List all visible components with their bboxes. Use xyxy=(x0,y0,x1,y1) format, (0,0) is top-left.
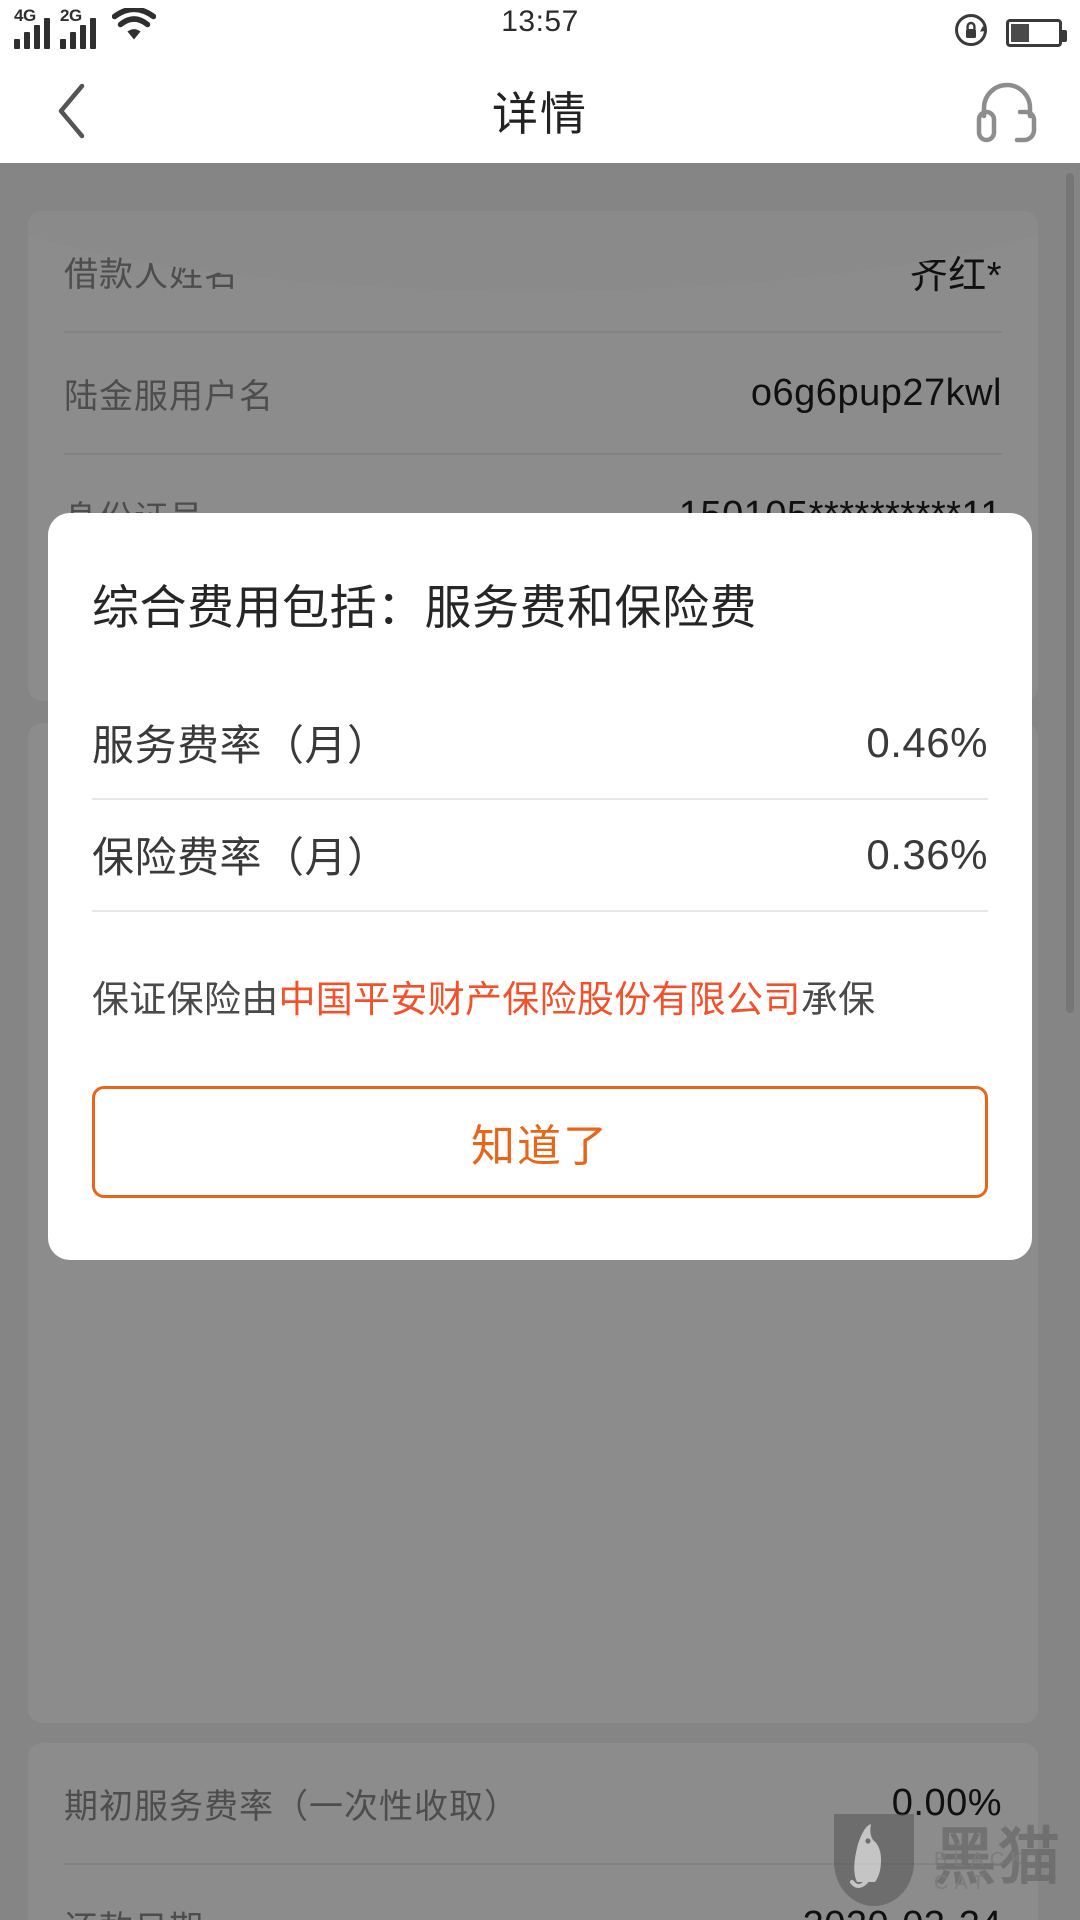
battery-icon xyxy=(1006,18,1067,47)
note-suffix: 承保 xyxy=(800,978,876,1020)
customer-service-button[interactable] xyxy=(968,72,1046,150)
fee-rate-list: 服务费率（月） 0.46% 保险费率（月） 0.36% xyxy=(92,688,988,912)
fee-explanation-dialog: 综合费用包括：服务费和保险费 服务费率（月） 0.46% 保险费率（月） 0.3… xyxy=(48,513,1032,1260)
list-item: 服务费率（月） 0.46% xyxy=(92,688,988,800)
fee-value: 0.36% xyxy=(866,830,988,878)
status-bar: 4G 2G 13:57 xyxy=(0,0,1080,58)
fee-value: 0.46% xyxy=(866,718,988,766)
fee-label: 服务费率（月） xyxy=(92,722,390,770)
insurance-company-name: 中国平安财产保险股份有限公司 xyxy=(278,978,801,1020)
list-item: 保险费率（月） 0.36% xyxy=(92,800,988,912)
confirm-button[interactable]: 知道了 xyxy=(92,1085,988,1198)
black-cat-logo-icon xyxy=(833,1814,914,1906)
fee-label: 保险费率（月） xyxy=(92,834,390,882)
note-prefix: 保证保险由 xyxy=(92,978,279,1020)
status-bar-right xyxy=(952,10,1067,55)
headset-icon xyxy=(976,82,1037,142)
dialog-title: 综合费用包括：服务费和保险费 xyxy=(92,581,757,634)
rotation-lock-icon xyxy=(952,10,992,55)
phone-screen: 4G 2G 13:57 详情 借款人姓名 齐红* 陆金服用户名 o6g6pup2… xyxy=(0,0,1080,1920)
insurance-underwriter-note: 保证保险由中国平安财产保险股份有限公司承保 xyxy=(92,974,988,1026)
watermark-subtext: BLACK CAT xyxy=(933,1849,1030,1894)
watermark: 黑猫 BLACK CAT xyxy=(828,1808,1062,1908)
status-bar-clock: 13:57 xyxy=(501,5,579,38)
navigation-bar: 详情 xyxy=(0,58,1080,163)
page-title: 详情 xyxy=(492,87,588,140)
